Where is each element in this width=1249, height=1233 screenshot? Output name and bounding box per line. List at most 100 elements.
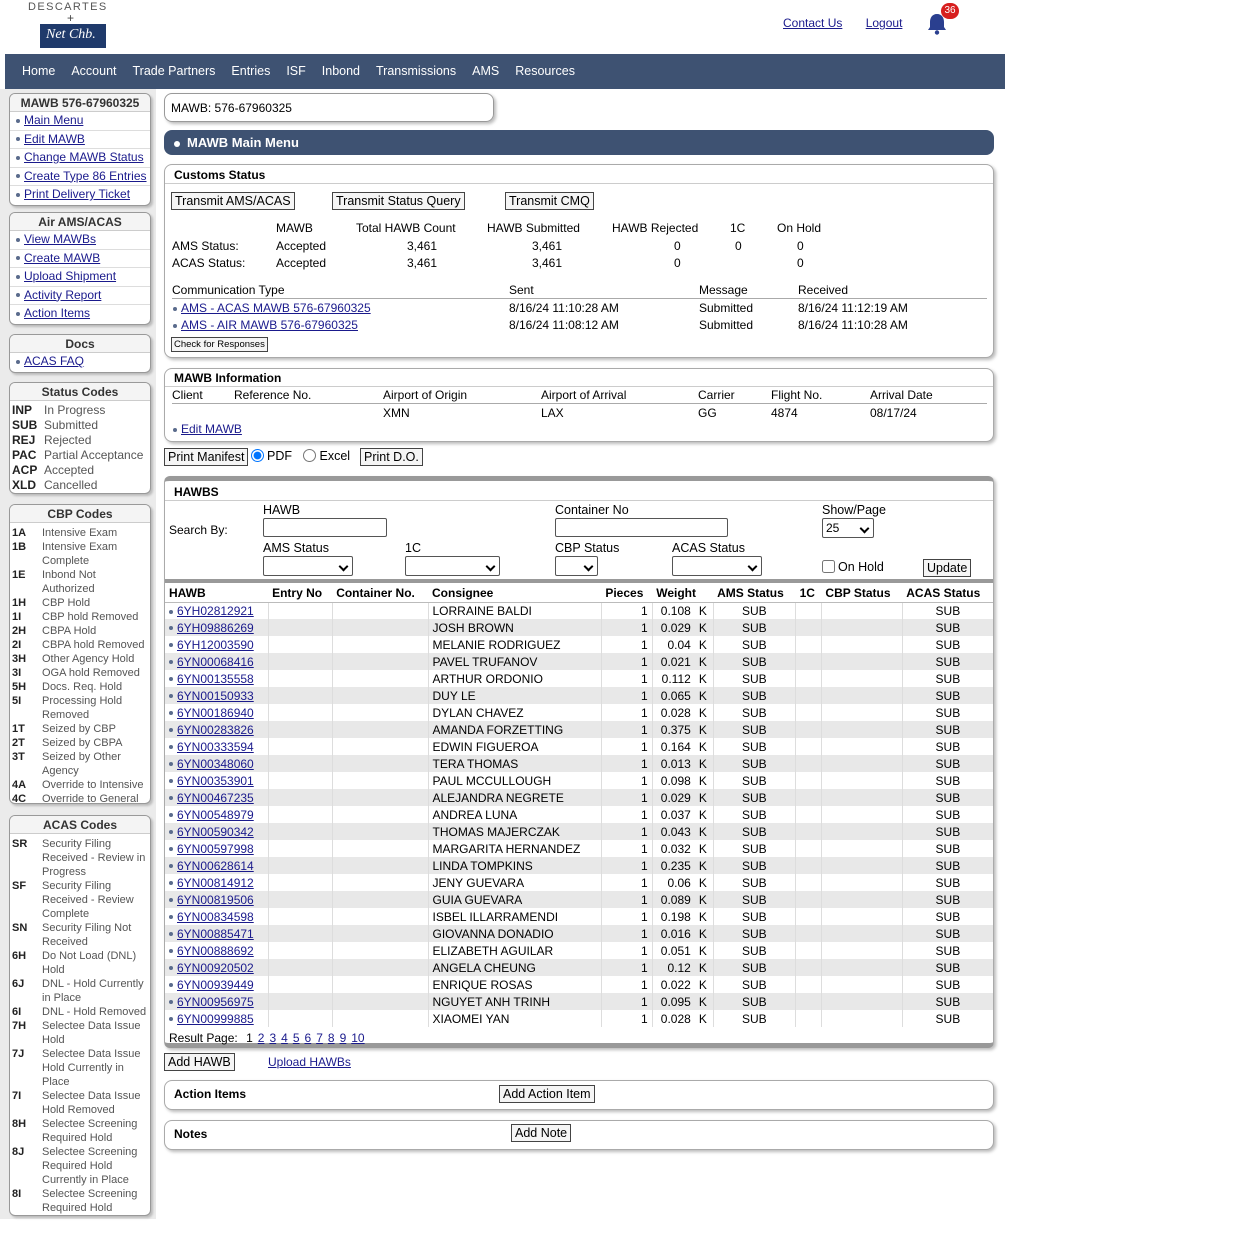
sidebar-link[interactable]: Edit MAWB <box>24 132 85 146</box>
sidebar-link[interactable]: Change MAWB Status <box>24 150 144 164</box>
sidebar-link[interactable]: View MAWBs <box>24 232 96 246</box>
hawb-link[interactable]: 6YN00819506 <box>177 893 254 907</box>
sidebar-link[interactable]: Main Menu <box>24 113 83 127</box>
hawb-link[interactable]: 6YN00135558 <box>177 672 254 686</box>
comm-link-acas[interactable]: AMS - ACAS MAWB 576-67960325 <box>181 301 371 315</box>
sidebar-link[interactable]: Create MAWB <box>24 251 100 265</box>
ams-status-select[interactable] <box>263 556 353 576</box>
sidebar-link[interactable]: ACAS FAQ <box>24 354 84 368</box>
update-button[interactable]: Update <box>923 559 972 577</box>
hawb-link[interactable]: 6YN00590342 <box>177 825 254 839</box>
sidebar-item-action-items[interactable]: Action Items <box>10 305 150 324</box>
logout-link[interactable]: Logout <box>866 16 903 30</box>
nav-ams[interactable]: AMS <box>472 54 499 89</box>
edit-mawb-link[interactable]: Edit MAWB <box>181 422 242 436</box>
add-hawb-button[interactable]: Add HAWB <box>164 1053 235 1071</box>
sidebar-link[interactable]: Print Delivery Ticket <box>24 187 130 201</box>
nav-transmissions[interactable]: Transmissions <box>376 54 456 89</box>
hawb-link[interactable]: 6YN00186940 <box>177 706 254 720</box>
nav-home[interactable]: Home <box>22 54 55 89</box>
descartes-netchb-logo[interactable]: DESCARTES + Net Chb. <box>22 0 122 50</box>
page-link[interactable]: 5 <box>293 1031 300 1045</box>
nav-resources[interactable]: Resources <box>515 54 575 89</box>
hawb-link[interactable]: 6YN00348060 <box>177 757 254 771</box>
hawb-link[interactable]: 6YH09886269 <box>177 621 254 635</box>
bullet-icon <box>169 745 173 750</box>
hawb-link[interactable]: 6YN00467235 <box>177 791 254 805</box>
sidebar-item-edit-mawb[interactable]: Edit MAWB <box>10 131 150 149</box>
hawb-link[interactable]: 6YN00333594 <box>177 740 254 754</box>
hawb-link[interactable]: 6YH12003590 <box>177 638 254 652</box>
hawb-link[interactable]: 6YN00939449 <box>177 978 254 992</box>
hawb-link[interactable]: 6YN00814912 <box>177 876 254 890</box>
hawb-link[interactable]: 6YN00283826 <box>177 723 254 737</box>
excel-radio[interactable] <box>303 449 317 462</box>
hawb-link[interactable]: 6YN00597998 <box>177 842 254 856</box>
contact-us-link[interactable]: Contact Us <box>783 16 842 30</box>
code-row: 2I CBPA hold Removed <box>10 638 150 652</box>
print-do-button[interactable]: Print D.O. <box>360 448 423 466</box>
hawb-link[interactable]: 6YN00956975 <box>177 995 254 1009</box>
1c-cell <box>795 908 822 925</box>
hawb-link[interactable]: 6YN00068416 <box>177 655 254 669</box>
sidebar-item-acas-faq[interactable]: ACAS FAQ <box>10 353 150 372</box>
1c-select[interactable] <box>405 556 500 576</box>
page-link[interactable]: 8 <box>328 1031 335 1045</box>
hawb-link[interactable]: 6YN00628614 <box>177 859 254 873</box>
page-link[interactable]: 4 <box>281 1031 288 1045</box>
cbp-status-select[interactable] <box>555 556 598 576</box>
nav-isf[interactable]: ISF <box>286 54 305 89</box>
container-search-input[interactable] <box>555 518 728 537</box>
page-link[interactable]: 9 <box>340 1031 347 1045</box>
hawb-link[interactable]: 6YN00834598 <box>177 910 254 924</box>
acas-status-select[interactable] <box>672 556 762 576</box>
sidebar-link[interactable]: Upload Shipment <box>24 269 116 283</box>
transmit-ams-acas-button[interactable]: Transmit AMS/ACAS <box>171 192 295 210</box>
page-link[interactable]: 2 <box>258 1031 265 1045</box>
code-row: 5H Docs. Req. Hold <box>10 680 150 694</box>
page-link[interactable]: 3 <box>269 1031 276 1045</box>
upload-hawbs-link[interactable]: Upload HAWBs <box>268 1055 351 1069</box>
sidebar-item-create-type-86-entries[interactable]: Create Type 86 Entries <box>10 168 150 186</box>
on-hold-checkbox[interactable] <box>822 560 835 573</box>
sidebar-item-create-mawb[interactable]: Create MAWB <box>10 250 150 268</box>
sidebar-item-activity-report[interactable]: Activity Report <box>10 287 150 305</box>
comm-link-air[interactable]: AMS - AIR MAWB 576-67960325 <box>181 318 358 332</box>
nav-trade-partners[interactable]: Trade Partners <box>133 54 216 89</box>
pdf-radio[interactable] <box>251 449 264 462</box>
nav-account[interactable]: Account <box>71 54 116 89</box>
check-for-responses-button[interactable]: Check for Responses <box>171 337 268 352</box>
sidebar-item-view-mawbs[interactable]: View MAWBs <box>10 231 150 250</box>
hawb-link[interactable]: 6YN00888692 <box>177 944 254 958</box>
page-link[interactable]: 10 <box>351 1031 364 1045</box>
add-note-button[interactable]: Add Note <box>511 1124 572 1142</box>
hawb-link[interactable]: 6YN00150933 <box>177 689 254 703</box>
page-link[interactable]: 7 <box>316 1031 323 1045</box>
hawb-link[interactable]: 6YH02812921 <box>177 604 254 618</box>
sidebar-link[interactable]: Action Items <box>24 306 90 320</box>
transmit-cmq-button[interactable]: Transmit CMQ <box>505 192 594 210</box>
show-per-page-select[interactable]: 25 <box>822 518 874 538</box>
sidebar-item-print-delivery-ticket[interactable]: Print Delivery Ticket <box>10 186 150 205</box>
sidebar-item-main-menu[interactable]: Main Menu <box>10 112 150 131</box>
add-action-item-button[interactable]: Add Action Item <box>499 1085 595 1103</box>
page-link[interactable]: 6 <box>305 1031 312 1045</box>
sidebar-item-upload-shipment[interactable]: Upload Shipment <box>10 268 150 287</box>
1c-cell <box>795 772 822 789</box>
sidebar-link[interactable]: Activity Report <box>24 288 101 302</box>
hawb-link[interactable]: 6YN00885471 <box>177 927 254 941</box>
code-value: 1B <box>12 541 27 553</box>
sidebar-item-change-mawb-status[interactable]: Change MAWB Status <box>10 149 150 168</box>
nav-inbond[interactable]: Inbond <box>322 54 360 89</box>
nav-entries[interactable]: Entries <box>231 54 270 89</box>
transmit-status-query-button[interactable]: Transmit Status Query <box>332 192 465 210</box>
hawb-link[interactable]: 6YN00548979 <box>177 808 254 822</box>
hawb-link[interactable]: 6YN00920502 <box>177 961 254 975</box>
hawb-link[interactable]: 6YN00353901 <box>177 774 254 788</box>
bullet-icon <box>16 118 20 123</box>
hawb-link[interactable]: 6YN00999885 <box>177 1012 254 1026</box>
sidebar-link[interactable]: Create Type 86 Entries <box>24 169 147 183</box>
hawb-search-input[interactable] <box>263 518 387 537</box>
entry-no-cell <box>268 823 333 840</box>
print-manifest-button[interactable]: Print Manifest <box>164 448 249 466</box>
